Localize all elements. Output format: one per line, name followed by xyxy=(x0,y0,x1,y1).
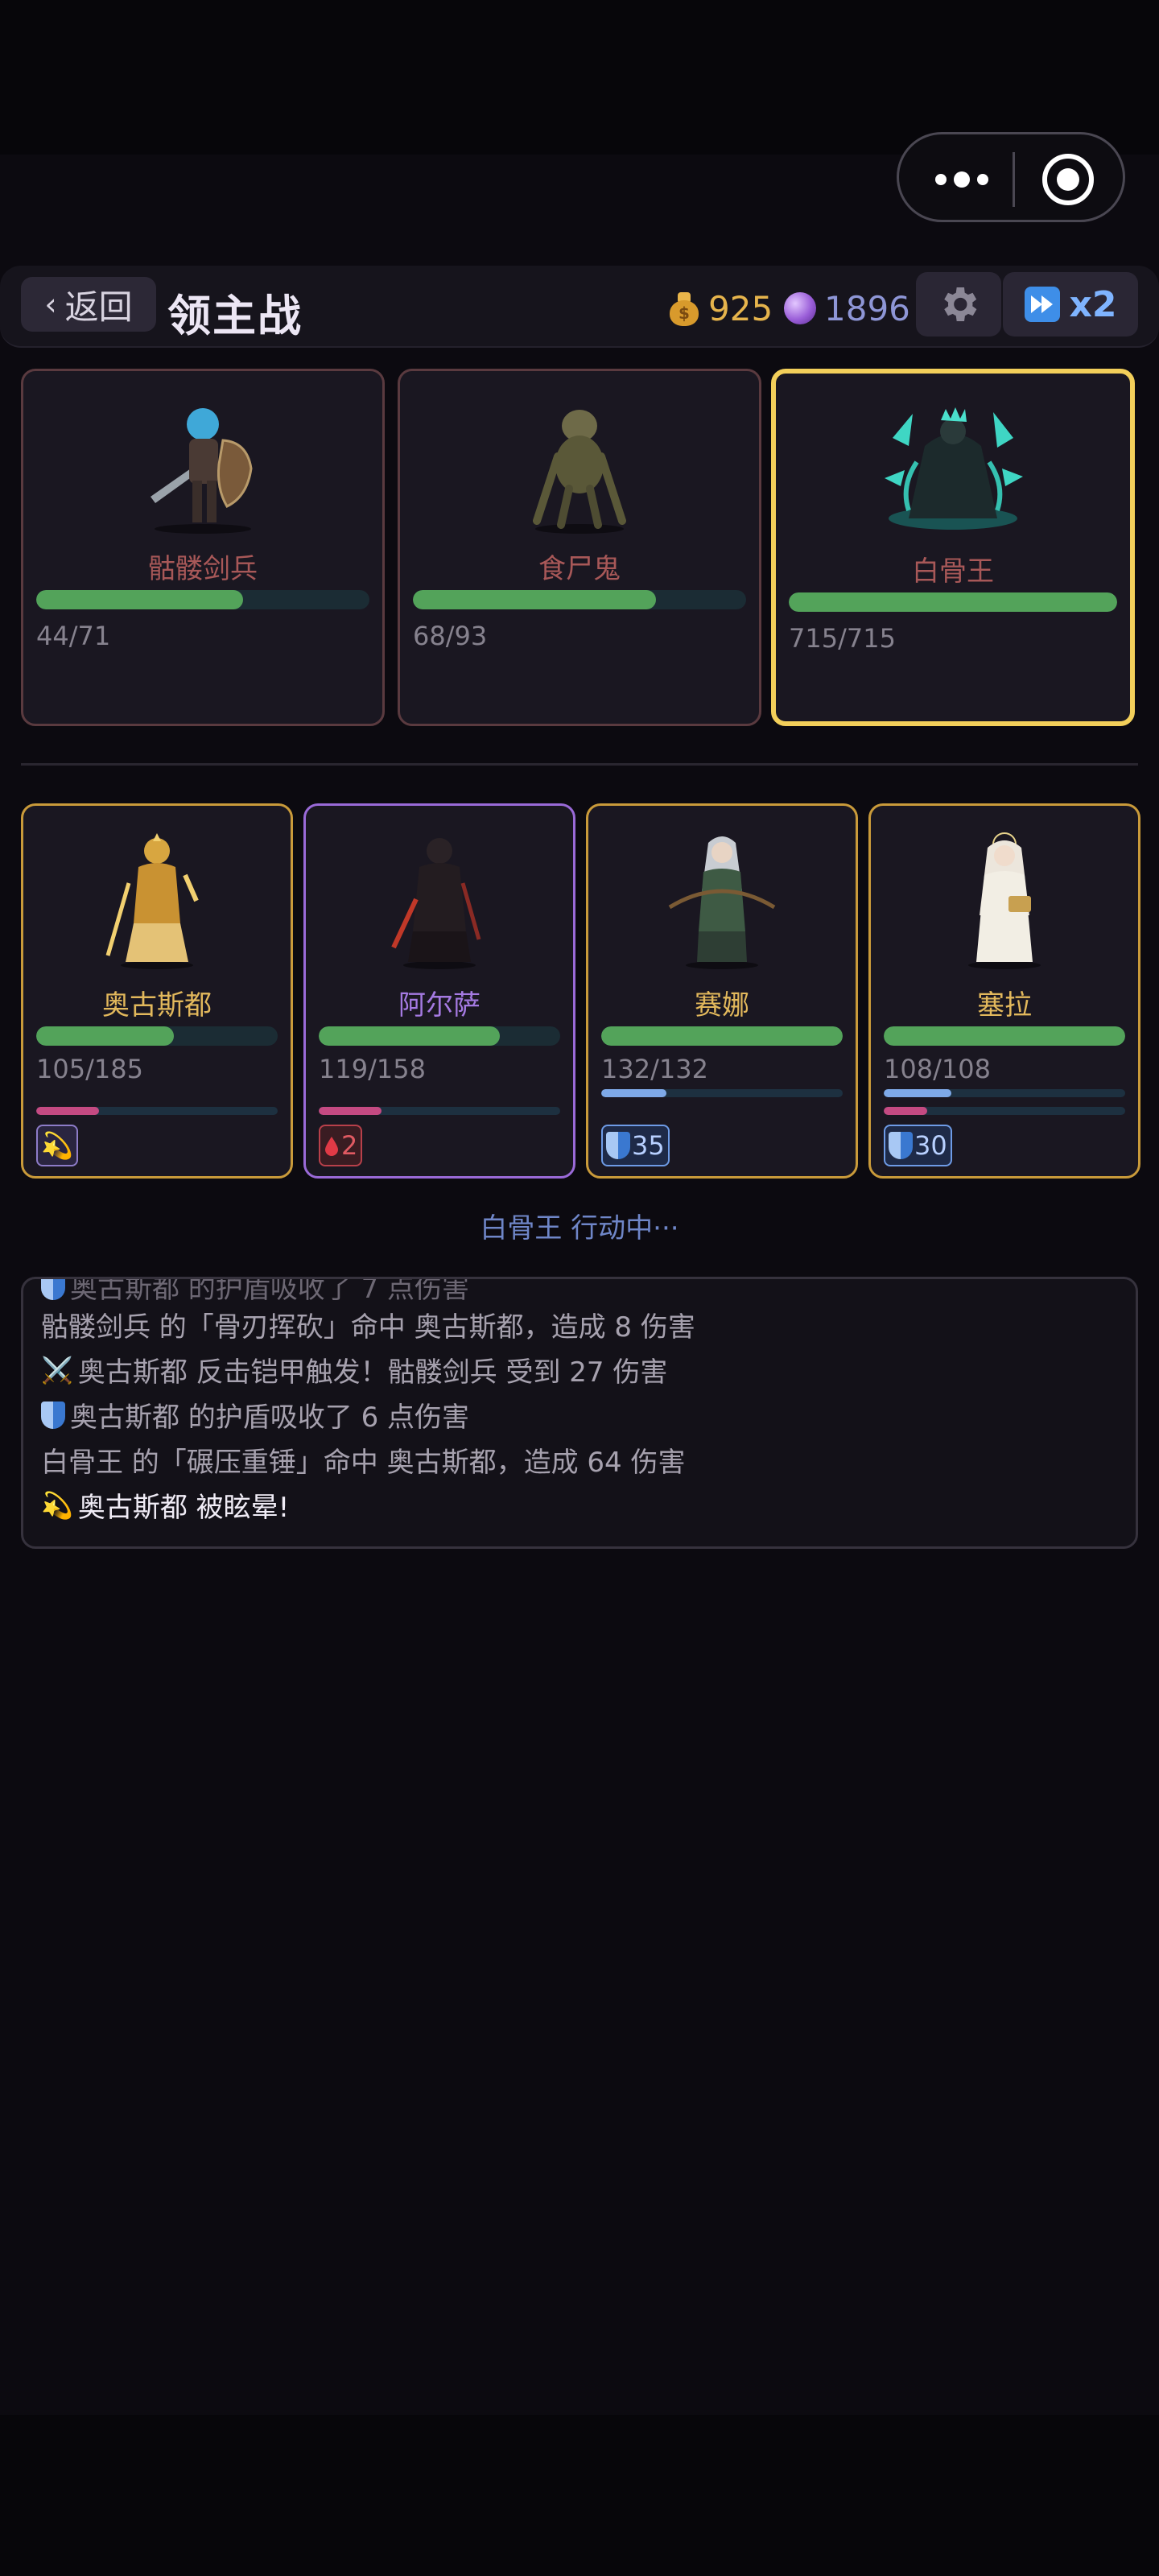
hero-energy-bar xyxy=(884,1107,1125,1115)
dark-knight-portrait xyxy=(391,838,481,969)
priestess-portrait xyxy=(968,832,1041,969)
enemy-hp-bar xyxy=(789,592,1117,612)
shield-status-badge: 35 xyxy=(601,1125,670,1166)
gear-icon xyxy=(944,287,977,321)
hero-hp-bar xyxy=(601,1026,843,1046)
speed-label: x2 xyxy=(1069,283,1117,325)
close-target-icon[interactable] xyxy=(1042,154,1094,205)
gem-amount: 1896 xyxy=(824,288,910,328)
log-line: 奥古斯都 的护盾吸收了 7 点伤害 xyxy=(41,1279,469,1306)
hero-hp-bar xyxy=(884,1026,1125,1046)
fast-forward-icon xyxy=(1024,287,1060,322)
hero-name: 塞拉 xyxy=(977,989,1032,1022)
hero-name: 阿尔萨 xyxy=(398,989,481,1022)
dizzy-icon: 💫 xyxy=(41,1130,73,1161)
hero-energy-bar xyxy=(36,1107,278,1115)
shield-icon xyxy=(889,1132,913,1159)
ghoul-portrait xyxy=(533,410,626,534)
log-line: 白骨王 的「碾压重锤」命中 奥古斯都，造成 64 伤害 xyxy=(41,1447,686,1479)
enemy-card-active[interactable]: 白骨王 715/715 xyxy=(771,369,1135,726)
hero-hp-text: 132/132 xyxy=(601,1054,708,1084)
enemy-hp-bar xyxy=(36,590,369,609)
chevron-left-icon: ‹ xyxy=(44,287,57,322)
shield-icon xyxy=(41,1279,65,1300)
bleed-stacks: 2 xyxy=(341,1130,358,1161)
settings-button[interactable] xyxy=(916,272,1001,336)
page-title: 领主战 xyxy=(167,291,303,341)
shield-icon xyxy=(606,1132,630,1159)
hero-card[interactable]: 阿尔萨 119/158 2 xyxy=(303,803,575,1179)
log-line: 骷髅剑兵 的「骨刃挥砍」命中 奥古斯都，造成 8 伤害 xyxy=(41,1311,695,1344)
turn-status: 白骨王 行动中··· xyxy=(480,1212,679,1245)
shield-icon xyxy=(41,1401,65,1429)
crossed-swords-icon: ⚔️ xyxy=(41,1354,73,1385)
hero-card[interactable]: 赛娜 132/132 35 xyxy=(586,803,858,1179)
mini-program-capsule xyxy=(897,132,1125,222)
more-menu-icon[interactable] xyxy=(925,157,999,202)
enemy-hp-text: 715/715 xyxy=(789,623,896,654)
elf-archer-portrait xyxy=(668,836,776,969)
hero-card[interactable]: 塞拉 108/108 30 xyxy=(868,803,1140,1179)
enemy-name: 白骨王 xyxy=(912,555,994,588)
shield-status-badge: 30 xyxy=(884,1125,952,1166)
crystal-orb-icon xyxy=(784,292,816,324)
log-line: ⚔️ 奥古斯都 反击铠甲触发！骷髅剑兵 受到 27 伤害 xyxy=(41,1354,668,1389)
enemy-name: 食尸鬼 xyxy=(538,553,621,585)
hero-hp-bar xyxy=(36,1026,278,1046)
enemy-hp-bar xyxy=(413,590,746,609)
team-divider xyxy=(21,763,1138,766)
log-line: 💫 奥古斯都 被眩晕! xyxy=(41,1489,290,1525)
hero-hp-text: 119/158 xyxy=(319,1054,426,1084)
speed-toggle-button[interactable]: x2 xyxy=(1003,272,1138,336)
enemy-hp-text: 44/71 xyxy=(36,621,111,651)
hero-hp-text: 108/108 xyxy=(884,1054,991,1084)
hero-hp-bar xyxy=(319,1026,560,1046)
hero-energy-bar xyxy=(319,1107,560,1115)
hero-card[interactable]: 奥古斯都 105/185 💫 xyxy=(21,803,293,1179)
dizzy-icon: 💫 xyxy=(41,1489,73,1521)
capsule-divider xyxy=(1013,152,1015,207)
log-line: 奥古斯都 的护盾吸收了 6 点伤害 xyxy=(41,1395,469,1435)
battle-log[interactable]: 奥古斯都 的护盾吸收了 7 点伤害 骷髅剑兵 的「骨刃挥砍」命中 奥古斯都，造成… xyxy=(21,1277,1138,1549)
blood-drop-icon xyxy=(325,1137,338,1156)
hero-shield-bar xyxy=(601,1089,843,1097)
hero-hp-text: 105/185 xyxy=(36,1054,143,1084)
back-button[interactable]: ‹ 返回 xyxy=(21,277,156,332)
shield-amount: 30 xyxy=(914,1130,947,1161)
home-indicator-area xyxy=(0,2415,1159,2576)
enemy-card[interactable]: 食尸鬼 68/93 xyxy=(398,369,761,726)
hero-name: 奥古斯都 xyxy=(102,989,212,1022)
hero-name: 赛娜 xyxy=(695,989,749,1022)
stun-status-badge: 💫 xyxy=(36,1125,78,1166)
skeleton-swordsman-portrait xyxy=(151,408,253,534)
bone-king-portrait xyxy=(885,407,1023,530)
back-label: 返回 xyxy=(64,287,133,327)
gold-amount: 925 xyxy=(708,288,773,328)
battle-header: ‹ 返回 领主战 $ 925 1896 x2 xyxy=(0,266,1159,348)
gold-counter: $ 925 xyxy=(668,283,773,333)
hero-shield-bar xyxy=(884,1089,1125,1097)
bleed-status-badge: 2 xyxy=(319,1125,363,1166)
enemy-card[interactable]: 骷髅剑兵 44/71 xyxy=(21,369,385,726)
shield-amount: 35 xyxy=(632,1130,665,1161)
enemy-name: 骷髅剑兵 xyxy=(148,553,258,585)
golden-knight-portrait xyxy=(105,833,199,969)
enemy-hp-text: 68/93 xyxy=(413,621,488,651)
gem-counter: 1896 xyxy=(784,283,910,333)
money-bag-icon: $ xyxy=(668,291,700,326)
